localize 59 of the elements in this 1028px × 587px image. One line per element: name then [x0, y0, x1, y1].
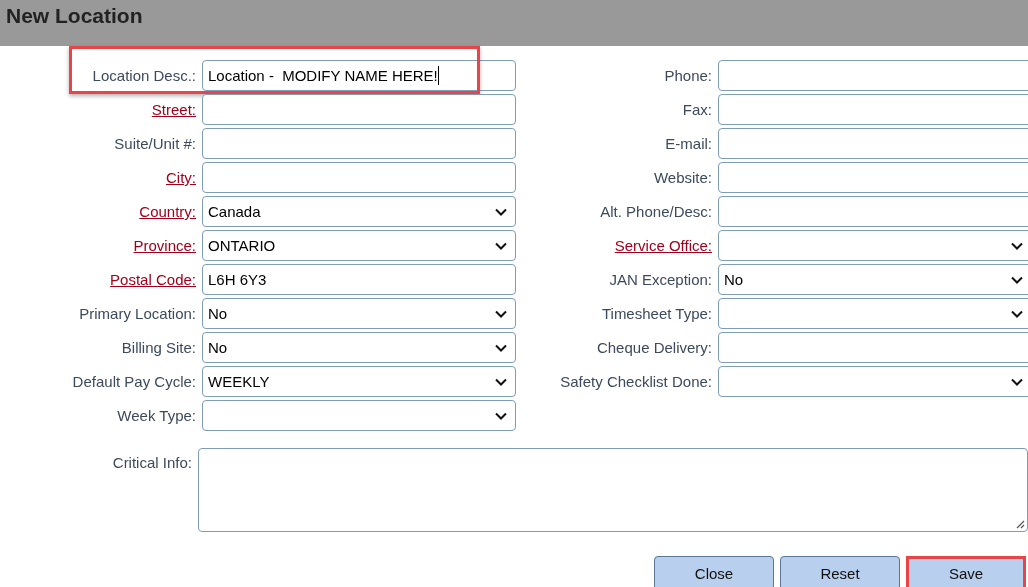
- field-label: E-mail:: [665, 135, 712, 152]
- dropdown-field[interactable]: No: [202, 332, 516, 363]
- chevron-down-icon: [495, 411, 507, 420]
- field-label: Primary Location:: [79, 305, 196, 322]
- form-button[interactable]: Reset: [780, 556, 900, 587]
- text-field[interactable]: [718, 332, 1028, 363]
- dropdown-field[interactable]: WEEKLY: [202, 366, 516, 397]
- field-label: Location Desc.:: [92, 67, 196, 84]
- field-label: Default Pay Cycle:: [72, 373, 196, 390]
- text-field[interactable]: [718, 196, 1028, 227]
- text-field[interactable]: L6H 6Y3: [202, 264, 516, 295]
- dropdown-field[interactable]: No: [718, 264, 1028, 295]
- field-label: Cheque Delivery:: [596, 339, 712, 356]
- text-field[interactable]: [202, 162, 516, 193]
- chevron-down-icon: [495, 377, 507, 386]
- chevron-down-icon: [495, 343, 507, 352]
- dropdown-field[interactable]: [718, 366, 1028, 397]
- field-label: Safety Checklist Done:: [560, 373, 712, 390]
- dropdown-field[interactable]: Canada: [202, 196, 516, 227]
- chevron-down-icon: [495, 207, 507, 216]
- field-label-link[interactable]: Street:: [151, 101, 196, 118]
- field-label: Suite/Unit #:: [114, 135, 196, 152]
- field-label: Week Type:: [117, 407, 196, 424]
- field-label-link[interactable]: Country:: [139, 203, 196, 220]
- text-area[interactable]: [198, 448, 1028, 532]
- chevron-down-icon: [1011, 275, 1023, 284]
- dropdown-field[interactable]: [202, 400, 516, 431]
- field-label-link[interactable]: Province:: [133, 237, 196, 254]
- dropdown-field[interactable]: ONTARIO: [202, 230, 516, 261]
- text-field[interactable]: [718, 60, 1028, 91]
- chevron-down-icon: [495, 241, 507, 250]
- field-label-link[interactable]: Postal Code:: [110, 271, 196, 288]
- text-field[interactable]: [202, 128, 516, 159]
- field-label-link[interactable]: City:: [166, 169, 196, 186]
- resize-grip-icon: [1015, 519, 1025, 529]
- chevron-down-icon: [495, 309, 507, 318]
- chevron-down-icon: [1011, 241, 1023, 250]
- text-field[interactable]: [202, 94, 516, 125]
- text-field[interactable]: [718, 94, 1028, 125]
- dropdown-field[interactable]: [718, 298, 1028, 329]
- field-label-link[interactable]: Service Office:: [614, 237, 712, 254]
- text-field[interactable]: [718, 128, 1028, 159]
- field-label: Timesheet Type:: [601, 305, 712, 322]
- chevron-down-icon: [1011, 309, 1023, 318]
- field-label: Alt. Phone/Desc:: [600, 203, 712, 220]
- dropdown-field[interactable]: No: [202, 298, 516, 329]
- form-button[interactable]: Save: [906, 556, 1026, 587]
- dropdown-field[interactable]: [718, 230, 1028, 261]
- text-field[interactable]: Location - MODIFY NAME HERE!: [202, 60, 516, 91]
- field-label: Website:: [653, 169, 712, 186]
- form-button[interactable]: Close: [654, 556, 774, 587]
- chevron-down-icon: [1011, 377, 1023, 386]
- field-label: Fax:: [682, 101, 712, 118]
- field-label: Phone:: [664, 67, 712, 84]
- field-label: JAN Exception:: [609, 271, 712, 288]
- text-field[interactable]: [718, 162, 1028, 193]
- field-label: Critical Info:: [111, 453, 192, 471]
- field-label: Billing Site:: [121, 339, 196, 356]
- window-title: New Location: [6, 4, 143, 28]
